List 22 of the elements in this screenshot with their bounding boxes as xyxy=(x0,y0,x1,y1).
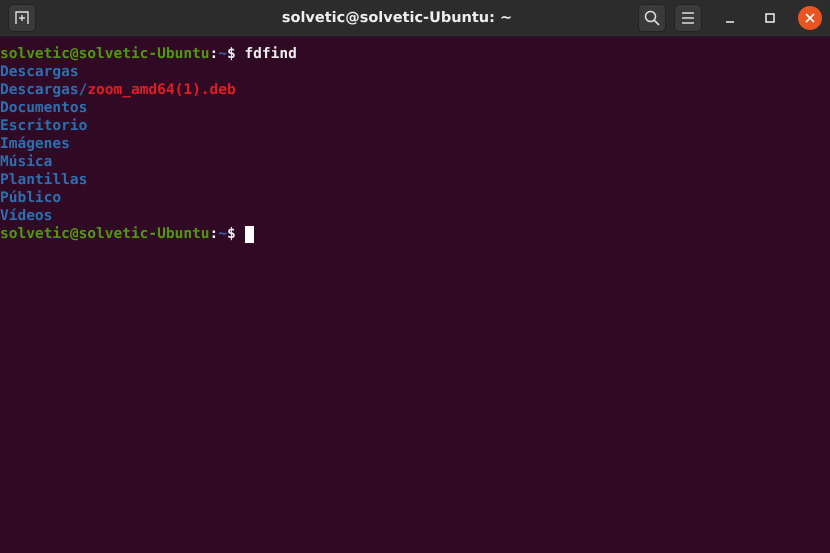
output-line: Plantillas xyxy=(0,171,88,189)
close-button[interactable] xyxy=(798,6,822,30)
window-title: solvetic@solvetic-Ubuntu: ~ xyxy=(280,10,514,26)
output-line: Escritorio xyxy=(0,117,88,135)
minimize-icon xyxy=(725,21,735,23)
output-line: Vídeos xyxy=(0,207,52,225)
menu-button[interactable] xyxy=(674,4,702,32)
output-line: Documentos xyxy=(0,99,88,117)
output-line: Descargas/zoom_amd64(1).deb xyxy=(0,81,236,99)
new-tab-icon xyxy=(15,11,29,25)
output-line: Música xyxy=(0,153,52,171)
maximize-icon xyxy=(765,13,775,23)
new-tab-button[interactable] xyxy=(8,4,36,32)
output-line: Descargas xyxy=(0,63,79,81)
prompt-line: solvetic@solvetic-Ubuntu:~$ fdfind xyxy=(0,45,297,63)
menu-icon xyxy=(681,12,695,24)
output-line: Público xyxy=(0,189,62,207)
search-button[interactable] xyxy=(638,4,666,32)
output-line: Imágenes xyxy=(0,135,70,153)
search-icon xyxy=(644,10,660,26)
prompt-line: solvetic@solvetic-Ubuntu:~$ xyxy=(0,225,236,243)
close-icon xyxy=(805,13,815,23)
